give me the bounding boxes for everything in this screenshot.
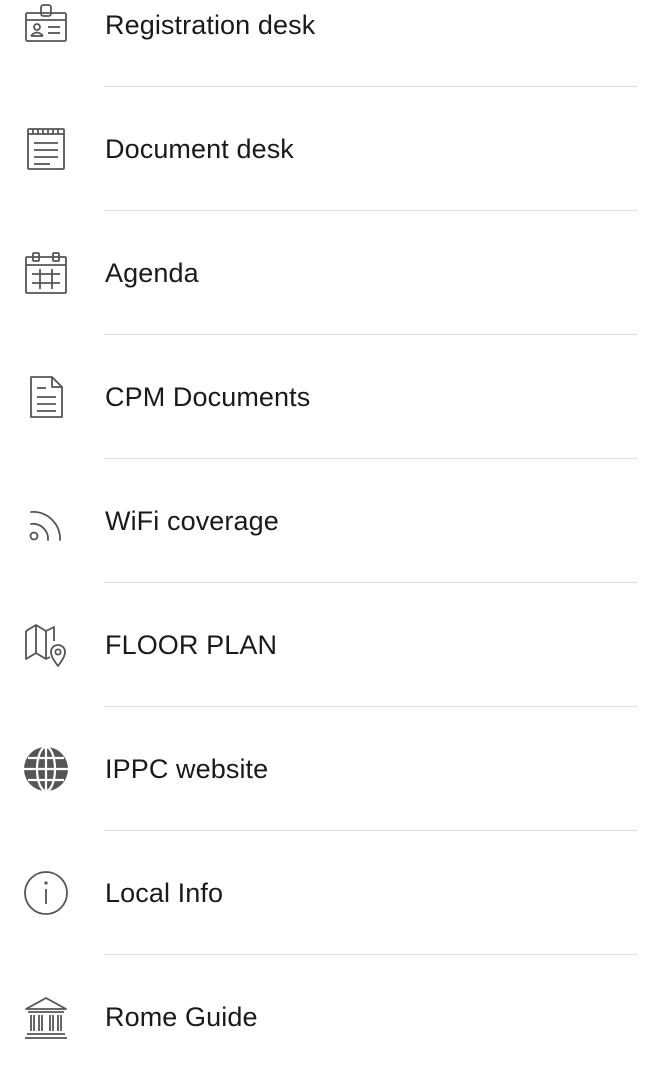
wifi-icon bbox=[22, 497, 70, 545]
document-icon bbox=[22, 373, 70, 421]
menu-item-document-desk[interactable]: Document desk bbox=[0, 87, 646, 211]
menu-item-cpm-documents[interactable]: CPM Documents bbox=[0, 335, 646, 459]
menu-item-floor-plan[interactable]: FLOOR PLAN bbox=[0, 583, 646, 707]
menu-item-registration-desk[interactable]: Registration desk bbox=[0, 0, 646, 87]
menu-item-label: WiFi coverage bbox=[105, 506, 279, 536]
menu-item-label: Rome Guide bbox=[105, 1002, 258, 1032]
menu-item-label: CPM Documents bbox=[105, 382, 311, 412]
menu-item-label: IPPC website bbox=[105, 754, 269, 784]
menu-item-rome-guide[interactable]: Rome Guide bbox=[0, 955, 646, 1079]
menu-item-ippc-website[interactable]: IPPC website bbox=[0, 707, 646, 831]
menu-item-label: Document desk bbox=[105, 134, 294, 164]
museum-icon bbox=[22, 993, 70, 1041]
menu-item-wifi-coverage[interactable]: WiFi coverage bbox=[0, 459, 646, 583]
map-pin-icon bbox=[22, 621, 70, 669]
info-icon bbox=[22, 869, 70, 917]
menu-item-label: Agenda bbox=[105, 258, 199, 288]
document-desk-icon bbox=[22, 125, 70, 173]
id-badge-icon bbox=[22, 1, 70, 49]
menu-item-label: Registration desk bbox=[105, 10, 316, 40]
calendar-icon bbox=[22, 249, 70, 297]
menu-item-label: FLOOR PLAN bbox=[105, 630, 278, 660]
menu-item-agenda[interactable]: Agenda bbox=[0, 211, 646, 335]
menu-item-local-info[interactable]: Local Info bbox=[0, 831, 646, 955]
menu-list: Registration desk Document desk Agenda C… bbox=[0, 0, 646, 1079]
menu-item-label: Local Info bbox=[105, 878, 224, 908]
globe-icon bbox=[22, 745, 70, 793]
